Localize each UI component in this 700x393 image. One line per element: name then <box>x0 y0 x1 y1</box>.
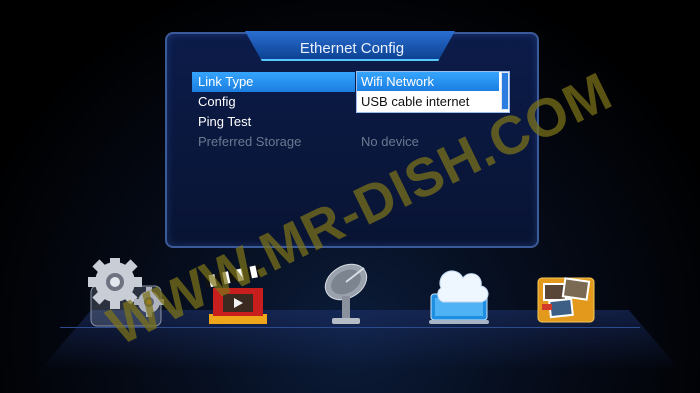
photo-album-icon[interactable] <box>532 258 602 330</box>
satellite-dish-icon[interactable] <box>320 258 390 330</box>
dropdown-option-usb[interactable]: USB cable internet <box>357 92 499 111</box>
menu-row-label: Config <box>198 94 236 109</box>
link-type-dropdown[interactable]: Wifi Network USB cable internet <box>356 71 510 113</box>
dialog-title: Ethernet Config <box>299 40 405 57</box>
menu-row-label: Ping Test <box>198 114 252 129</box>
menu-row-highlight: Link Type <box>192 72 355 92</box>
tv-screen: Ethernet Config Link Type Config Ping Te… <box>0 0 700 393</box>
dropdown-option-wifi[interactable]: Wifi Network <box>357 72 499 91</box>
menu-row-label: Preferred Storage <box>198 134 302 149</box>
menu-row-label: Link Type <box>198 74 254 89</box>
dropdown-option-label: USB cable internet <box>361 94 470 109</box>
dropdown-option-label: Wifi Network <box>361 74 434 89</box>
menu-row-value: No device <box>361 134 419 149</box>
cloud-network-icon[interactable] <box>425 258 495 330</box>
